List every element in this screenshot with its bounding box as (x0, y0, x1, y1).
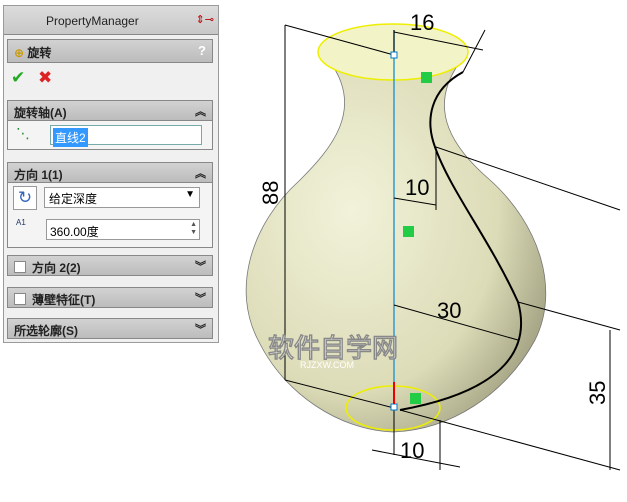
origin-point (390, 403, 398, 411)
watermark-sub: RJZXW.COM (300, 360, 354, 370)
dim-35: 35 (585, 381, 610, 405)
dim-16: 16 (410, 10, 434, 35)
horizontal-relation-icon (410, 393, 421, 404)
sketch-point (390, 51, 398, 59)
dim-30: 30 (437, 298, 461, 323)
dim-10-bottom: 10 (400, 438, 424, 463)
graphics-area[interactable]: 16 88 10 30 35 10 软件自学网 RJZXW.COM (0, 0, 627, 502)
vertical-relation-icon (403, 226, 414, 237)
vase-body (245, 61, 547, 433)
dim-88: 88 (258, 181, 283, 205)
watermark: 软件自学网 (268, 333, 398, 363)
horizontal-relation-icon (421, 72, 432, 83)
dim-10-top: 10 (405, 175, 429, 200)
